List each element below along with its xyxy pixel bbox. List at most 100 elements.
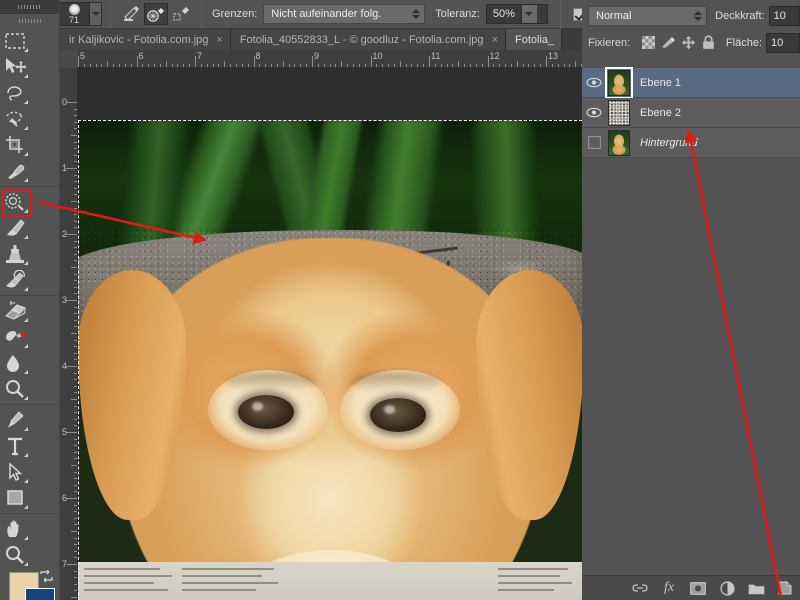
layer-name[interactable]: Hintergrund bbox=[640, 137, 697, 149]
horizontal-ruler[interactable]: 5 6 7 8 9 10 11 12 13 bbox=[60, 50, 582, 68]
tools-panel-grip[interactable] bbox=[0, 14, 59, 28]
opacity-input[interactable]: 10 bbox=[768, 5, 800, 26]
move-tool[interactable] bbox=[0, 54, 30, 80]
layer-styles-fx-icon[interactable]: fx bbox=[660, 579, 678, 597]
close-icon[interactable]: × bbox=[216, 34, 222, 46]
new-group-icon[interactable] bbox=[747, 579, 765, 597]
crop-tool[interactable] bbox=[0, 132, 30, 158]
ruler-minor-tick bbox=[376, 64, 378, 67]
ruler-minor-tick bbox=[74, 128, 77, 130]
ruler-minor-tick bbox=[393, 64, 395, 67]
lock-transparent-pixels-icon[interactable] bbox=[638, 34, 658, 52]
zoom-tool[interactable] bbox=[0, 542, 30, 568]
background-color-swatch[interactable] bbox=[25, 588, 55, 600]
layer-thumbnail[interactable] bbox=[608, 99, 630, 126]
layer-visibility-toggle[interactable] bbox=[582, 77, 606, 88]
tab-label: Fotolia_ bbox=[515, 33, 555, 46]
fill-value: 10 bbox=[771, 36, 784, 49]
layer-visibility-toggle[interactable] bbox=[582, 107, 606, 118]
panel-drag-handle[interactable] bbox=[0, 0, 59, 14]
blend-mode-select[interactable]: Normal bbox=[588, 5, 708, 26]
ruler-minor-tick bbox=[183, 64, 185, 67]
tolerance-input[interactable]: 50% bbox=[485, 4, 548, 24]
ruler-major-tick bbox=[66, 432, 77, 433]
divider bbox=[559, 0, 561, 29]
spot-healing-brush-tool[interactable] bbox=[0, 189, 30, 215]
layers-panel-footer: fx bbox=[582, 575, 800, 600]
fill-input[interactable]: 10 bbox=[766, 32, 800, 53]
document-tab-3[interactable]: Fotolia_ bbox=[506, 29, 563, 50]
swap-colors-icon[interactable] bbox=[40, 569, 53, 585]
ruler-minor-tick bbox=[74, 293, 77, 295]
ruler-minor-tick bbox=[74, 544, 77, 546]
ruler-minor-tick bbox=[399, 61, 401, 67]
new-layer-icon[interactable] bbox=[776, 579, 794, 597]
ruler-major-tick bbox=[66, 564, 77, 565]
eraser-mode-magic-icon[interactable] bbox=[169, 3, 193, 25]
quick-selection-tool[interactable] bbox=[0, 106, 30, 132]
add-layer-mask-icon[interactable] bbox=[689, 579, 707, 597]
lock-all-icon[interactable] bbox=[698, 34, 718, 52]
ruler-minor-tick bbox=[475, 64, 477, 67]
eraser-mode-background-icon[interactable] bbox=[144, 3, 168, 25]
limits-select[interactable]: Nicht aufeinander folg. bbox=[263, 4, 426, 24]
ruler-minor-tick bbox=[71, 333, 77, 334]
ruler-label: 13 bbox=[548, 51, 559, 61]
ruler-minor-tick bbox=[74, 392, 77, 394]
blur-tool[interactable] bbox=[0, 350, 30, 376]
layer-row-ebene-2[interactable]: Ebene 2 bbox=[582, 98, 800, 128]
ruler-minor-tick bbox=[101, 64, 103, 67]
brush-tool[interactable] bbox=[0, 215, 30, 241]
ruler-minor-tick bbox=[306, 64, 308, 67]
layer-thumbnail[interactable] bbox=[608, 129, 630, 156]
eraser-mode-brush-icon[interactable] bbox=[119, 3, 143, 25]
divider bbox=[0, 513, 59, 514]
vertical-ruler[interactable]: 012345678 bbox=[60, 68, 78, 600]
ruler-minor-tick bbox=[452, 64, 454, 67]
ruler-label: 12 bbox=[489, 51, 500, 61]
lock-image-pixels-icon[interactable] bbox=[658, 34, 678, 52]
layer-name[interactable]: Ebene 2 bbox=[640, 107, 681, 119]
eraser-tool[interactable] bbox=[0, 298, 30, 324]
color-swatches bbox=[0, 568, 59, 600]
image-viewport[interactable] bbox=[78, 68, 582, 600]
ruler-minor-tick bbox=[469, 64, 471, 67]
layer-row-hintergrund[interactable]: Hintergrund bbox=[582, 128, 800, 158]
rectangle-shape-tool[interactable] bbox=[0, 485, 30, 511]
history-brush-tool[interactable] bbox=[0, 267, 30, 293]
ruler-label: 10 bbox=[372, 51, 383, 61]
ruler-label: 5 bbox=[62, 427, 68, 437]
gradient-tool[interactable] bbox=[0, 324, 30, 350]
path-selection-tool[interactable] bbox=[0, 459, 30, 485]
lasso-tool[interactable] bbox=[0, 80, 30, 106]
ruler-minor-tick bbox=[411, 64, 413, 67]
hand-tool[interactable] bbox=[0, 516, 30, 542]
brush-size-stepper[interactable] bbox=[89, 3, 101, 25]
ruler-label: 4 bbox=[62, 361, 68, 371]
ruler-minor-tick bbox=[74, 484, 77, 486]
layer-name[interactable]: Ebene 1 bbox=[640, 77, 681, 89]
close-icon[interactable]: × bbox=[492, 34, 498, 46]
pen-tool[interactable] bbox=[0, 407, 30, 433]
lock-position-icon[interactable] bbox=[678, 34, 698, 52]
ruler-label: 5 bbox=[80, 51, 86, 61]
ruler-minor-tick bbox=[551, 64, 553, 67]
layer-thumbnail[interactable] bbox=[605, 66, 633, 99]
chevron-down-icon[interactable] bbox=[520, 5, 537, 23]
link-layers-icon[interactable] bbox=[631, 579, 649, 597]
rectangular-marquee-tool[interactable] bbox=[0, 28, 30, 54]
dodge-tool[interactable] bbox=[0, 376, 30, 402]
layer-visibility-toggle[interactable] bbox=[582, 136, 606, 149]
layer-row-ebene-1[interactable]: Ebene 1 bbox=[582, 66, 800, 99]
document-tab-2[interactable]: Fotolia_40552833_L - © goodluz - Fotolia… bbox=[230, 29, 506, 50]
clone-stamp-tool[interactable] bbox=[0, 241, 30, 267]
ruler-minor-tick bbox=[74, 570, 77, 572]
horizontal-type-tool[interactable] bbox=[0, 433, 30, 459]
ruler-minor-tick bbox=[265, 64, 267, 67]
brush-size-field[interactable]: 71 bbox=[58, 2, 102, 26]
new-adjustment-layer-icon[interactable] bbox=[718, 579, 736, 597]
ruler-origin[interactable] bbox=[60, 50, 78, 68]
ruler-minor-tick bbox=[200, 64, 202, 67]
document-tab-1[interactable]: ir Kaljikovic - Fotolia.com.jpg × bbox=[60, 29, 231, 50]
eyedropper-tool[interactable] bbox=[0, 158, 30, 184]
